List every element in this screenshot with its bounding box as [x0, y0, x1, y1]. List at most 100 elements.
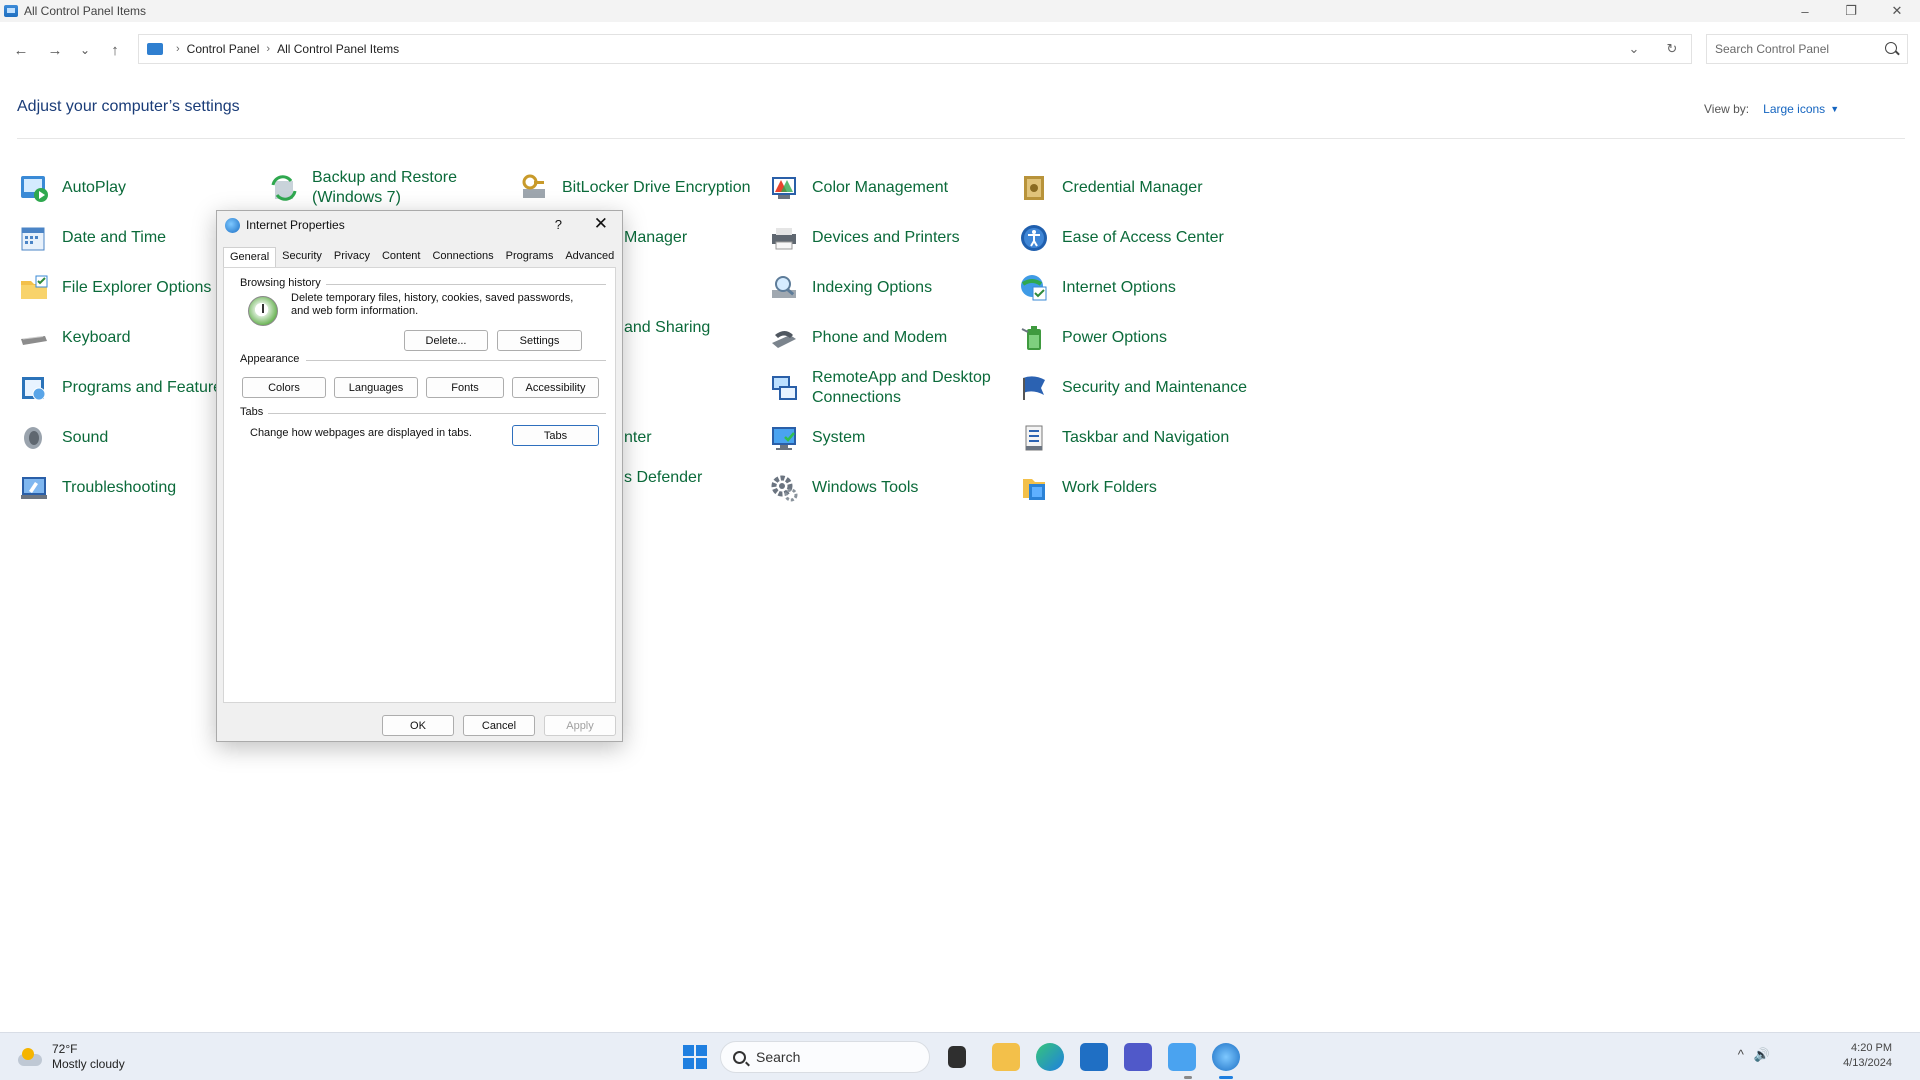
address-bar[interactable]: › Control Panel › All Control Panel Item…	[138, 34, 1692, 64]
work-folder-icon	[1018, 472, 1050, 504]
weather-description: Mostly cloudy	[52, 1057, 125, 1071]
item-bitlocker[interactable]: BitLocker Drive Encryption	[518, 168, 751, 208]
accessibility-button[interactable]: Accessibility	[512, 377, 599, 398]
search-box[interactable]	[1706, 34, 1908, 64]
edge-icon[interactable]	[1036, 1043, 1064, 1071]
item-phone-modem[interactable]: Phone and Modem	[768, 318, 947, 358]
clock-time: 4:20 PM	[1851, 1042, 1892, 1054]
colors-button[interactable]: Colors	[242, 377, 326, 398]
appearance-label: Appearance	[240, 353, 300, 365]
minimize-button[interactable]: –	[1782, 0, 1828, 22]
item-sync-center[interactable]: nter	[624, 418, 652, 458]
close-button[interactable]: ✕	[1874, 0, 1920, 22]
active-indicator	[1219, 1076, 1233, 1079]
dialog-close-icon[interactable]: ✕	[594, 214, 608, 234]
tab-general[interactable]: General	[223, 247, 277, 267]
delete-button[interactable]: Delete...	[404, 330, 488, 351]
view-by-label: View by:	[1704, 102, 1750, 116]
search-input[interactable]	[1715, 42, 1875, 56]
internet-properties-dialog: Internet Properties ? ✕ General Security…	[216, 210, 623, 742]
item-windows-tools[interactable]: Windows Tools	[768, 468, 918, 508]
item-troubleshooting[interactable]: Troubleshooting	[18, 468, 176, 508]
breadcrumb-all-items[interactable]: All Control Panel Items	[277, 42, 399, 56]
item-system[interactable]: System	[768, 418, 865, 458]
search-icon[interactable]	[1885, 42, 1897, 54]
tab-privacy[interactable]: Privacy	[328, 247, 376, 267]
color-management-icon	[768, 172, 800, 204]
view-by-dropdown[interactable]: Large icons	[1763, 102, 1825, 116]
general-tab-panel: Browsing history Delete temporary files,…	[223, 267, 616, 703]
item-credential-manager[interactable]: Credential Manager	[1018, 168, 1203, 208]
tab-security[interactable]: Security	[276, 247, 328, 267]
volume-icon[interactable]: 🔊	[1754, 1047, 1770, 1063]
tab-connections[interactable]: Connections	[426, 247, 499, 267]
tab-content[interactable]: Content	[376, 247, 427, 267]
item-sound[interactable]: Sound	[18, 418, 108, 458]
item-file-explorer-options[interactable]: File Explorer Options	[18, 268, 211, 308]
dialog-tabs: General Security Privacy Content Connect…	[223, 247, 620, 267]
control-panel-taskbar-icon[interactable]	[1168, 1043, 1196, 1071]
teams-icon[interactable]	[1124, 1043, 1152, 1071]
item-autoplay[interactable]: AutoPlay	[18, 168, 126, 208]
tab-programs[interactable]: Programs	[500, 247, 560, 267]
tabs-description: Change how webpages are displayed in tab…	[250, 427, 472, 439]
key-drive-icon	[518, 172, 550, 204]
search-icon	[733, 1050, 746, 1064]
store-icon[interactable]	[1080, 1043, 1108, 1071]
back-arrow-icon[interactable]: ←	[9, 38, 33, 62]
item-date-time[interactable]: Date and Time	[18, 218, 166, 258]
settings-button[interactable]: Settings	[497, 330, 582, 351]
item-device-manager[interactable]: Manager	[624, 218, 687, 258]
item-keyboard[interactable]: Keyboard	[18, 318, 131, 358]
item-taskbar-navigation[interactable]: Taskbar and Navigation	[1018, 418, 1229, 458]
item-ease-of-access[interactable]: Ease of Access Center	[1018, 218, 1224, 258]
file-manager-icon[interactable]	[948, 1046, 966, 1068]
folder-icon[interactable]	[992, 1043, 1020, 1071]
globe-check-icon	[1018, 272, 1050, 304]
item-indexing-options[interactable]: Indexing Options	[768, 268, 932, 308]
restore-button[interactable]: ❐	[1828, 0, 1874, 22]
group-divider	[268, 413, 606, 414]
navigation-bar: ← → ⌄ ↑ › Control Panel › All Control Pa…	[0, 30, 1920, 70]
item-security-maintenance[interactable]: Security and Maintenance	[1018, 368, 1247, 408]
item-windows-defender[interactable]: s Defender	[624, 458, 702, 498]
tabs-button[interactable]: Tabs	[512, 425, 599, 446]
forward-arrow-icon[interactable]: →	[43, 38, 67, 62]
chevron-down-icon[interactable]: ▼	[1830, 104, 1839, 114]
weather-widget[interactable]: 72°F Mostly cloudy	[18, 1042, 125, 1072]
autoplay-icon	[18, 172, 50, 204]
ok-button[interactable]: OK	[382, 715, 454, 736]
item-devices-printers[interactable]: Devices and Printers	[768, 218, 960, 258]
clock[interactable]: 4:20 PM 4/13/2024	[1843, 1041, 1892, 1071]
breadcrumb-control-panel[interactable]: Control Panel	[187, 42, 260, 56]
calendar-clock-icon	[18, 222, 50, 254]
cancel-button[interactable]: Cancel	[463, 715, 535, 736]
troubleshooting-icon	[18, 472, 50, 504]
item-power-options[interactable]: Power Options	[1018, 318, 1167, 358]
group-divider	[326, 284, 606, 285]
item-internet-options[interactable]: Internet Options	[1018, 268, 1176, 308]
globe-icon	[225, 217, 240, 233]
internet-properties-taskbar-icon[interactable]	[1212, 1043, 1240, 1071]
item-color-management[interactable]: Color Management	[768, 168, 948, 208]
tab-advanced[interactable]: Advanced	[559, 247, 620, 267]
windows-start-icon[interactable]	[683, 1045, 707, 1069]
item-remoteapp[interactable]: RemoteApp and Desktop Connections	[768, 368, 992, 408]
address-dropdown-icon[interactable]: ⌄	[1615, 41, 1653, 57]
tray-chevron-icon[interactable]: ^	[1738, 1047, 1744, 1063]
languages-button[interactable]: Languages	[334, 377, 418, 398]
taskbar-search[interactable]: Search	[720, 1041, 930, 1073]
item-work-folders[interactable]: Work Folders	[1018, 468, 1157, 508]
cloud-icon	[18, 1048, 44, 1066]
flag-icon	[1018, 372, 1050, 404]
recent-locations-chevron-icon[interactable]: ⌄	[73, 38, 97, 62]
item-network-sharing[interactable]: and Sharing	[624, 308, 710, 348]
fonts-button[interactable]: Fonts	[426, 377, 504, 398]
up-arrow-icon[interactable]: ↑	[103, 38, 127, 62]
help-icon[interactable]: ?	[555, 217, 562, 232]
apply-button[interactable]: Apply	[544, 715, 616, 736]
item-backup-restore[interactable]: Backup and Restore (Windows 7)	[268, 168, 492, 208]
clock-date: 4/13/2024	[1843, 1057, 1892, 1069]
refresh-icon[interactable]: ↻	[1653, 41, 1691, 57]
item-programs-features[interactable]: Programs and Features	[18, 368, 230, 408]
